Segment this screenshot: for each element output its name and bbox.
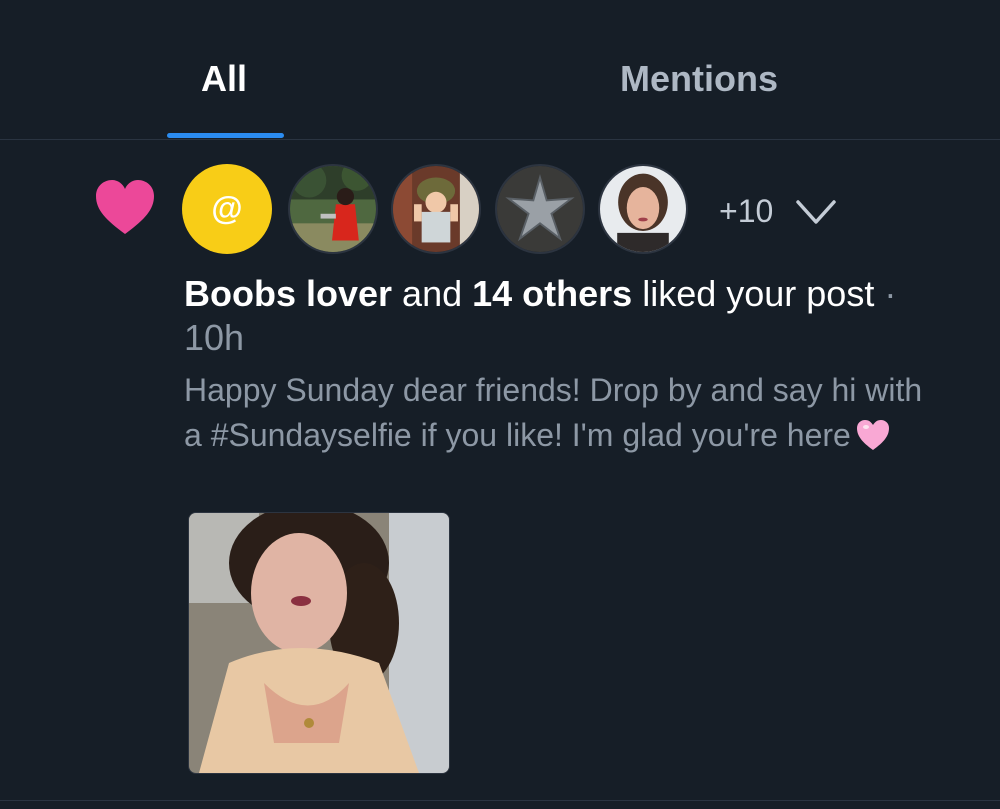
active-tab-indicator — [167, 133, 284, 138]
timestamp: 10h — [184, 317, 245, 358]
avatar-starfish[interactable] — [495, 164, 585, 254]
post-text[interactable]: Happy Sunday dear friends! Drop by and s… — [184, 368, 944, 458]
tab-mentions[interactable]: Mentions — [620, 58, 778, 100]
separator-dot: · — [874, 273, 897, 314]
chevron-down-icon[interactable] — [795, 197, 837, 227]
like-heart-icon — [96, 180, 154, 234]
more-avatars-count[interactable]: +10 — [719, 193, 773, 230]
notification-summary[interactable]: Boobs lover and 14 others liked your pos… — [184, 272, 924, 360]
actor-name[interactable]: Boobs lover — [184, 273, 392, 314]
post-text-content: Happy Sunday dear friends! Drop by and s… — [184, 372, 923, 453]
tab-all[interactable]: All — [201, 58, 247, 100]
tab-bar: All Mentions — [0, 0, 1000, 140]
avatar-child-helmet[interactable] — [391, 164, 481, 254]
connector-text: and — [392, 273, 473, 314]
avatar-person-red-jacket[interactable] — [288, 164, 378, 254]
list-divider — [0, 800, 1000, 801]
others-count[interactable]: 14 others — [472, 273, 632, 314]
action-text: liked your post — [632, 273, 875, 314]
at-sign-icon: @ — [211, 190, 243, 226]
avatar-woman-portrait[interactable] — [598, 164, 688, 254]
mention-avatar[interactable]: @ — [182, 164, 272, 254]
post-image-thumbnail[interactable] — [188, 512, 450, 774]
pink-heart-icon — [856, 420, 889, 450]
